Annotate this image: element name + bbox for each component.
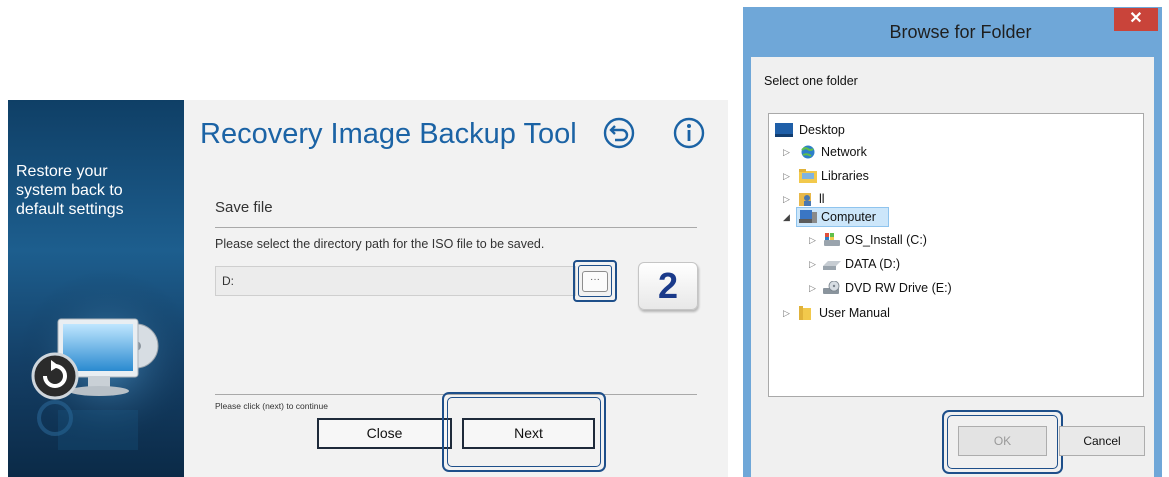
tree-item-label: Desktop xyxy=(799,123,845,137)
expand-triangle-icon[interactable]: ▷ xyxy=(809,230,819,250)
info-circle-icon[interactable] xyxy=(672,116,706,150)
sidebar-tagline-line: system back to xyxy=(16,182,123,199)
sidebar-tagline-line: default settings xyxy=(16,201,124,218)
recovery-app-window: Restore your system back to default sett… xyxy=(8,100,728,477)
tree-item-label: OS_Install (C:) xyxy=(845,233,927,247)
step-badge: 2 xyxy=(638,262,698,310)
ok-button[interactable]: OK xyxy=(958,426,1047,456)
expand-triangle-icon[interactable]: ▷ xyxy=(783,142,793,162)
expand-triangle-icon[interactable]: ▷ xyxy=(783,189,793,209)
expand-triangle-icon[interactable]: ▷ xyxy=(809,254,819,274)
desktop-icon xyxy=(775,123,793,137)
collapse-triangle-icon[interactable]: ◢ xyxy=(783,207,793,227)
expand-triangle-icon[interactable]: ▷ xyxy=(809,278,819,298)
browse-folder-dialog: Browse for Folder ✕ Select one folder De… xyxy=(743,7,1162,477)
page-title: Recovery Image Backup Tool xyxy=(200,118,577,150)
os-drive-icon xyxy=(824,233,840,246)
tree-item-label: Computer xyxy=(821,210,876,224)
tree-item-label: Libraries xyxy=(821,169,869,183)
back-arrow-circle-icon[interactable] xyxy=(602,116,636,150)
dialog-prompt: Select one folder xyxy=(764,74,858,88)
tree-item-label: DATA (D:) xyxy=(845,257,901,271)
libraries-folder-icon xyxy=(799,169,817,183)
tree-item-label: ll xyxy=(819,192,825,206)
instruction-text: Please select the directory path for the… xyxy=(215,237,545,251)
close-icon[interactable]: ✕ xyxy=(1114,8,1158,31)
sidebar-tagline: Restore your system back to default sett… xyxy=(16,162,181,219)
directory-path-field[interactable]: D: xyxy=(215,266,576,296)
tree-item-label: DVD RW Drive (E:) xyxy=(845,281,952,295)
dvd-drive-icon xyxy=(823,281,840,294)
expand-triangle-icon[interactable]: ▷ xyxy=(783,303,793,323)
sidebar-tagline-line: Restore your xyxy=(16,163,108,180)
divider xyxy=(215,227,697,228)
tree-item-label: User Manual xyxy=(819,306,890,320)
expand-triangle-icon[interactable]: ▷ xyxy=(783,166,793,186)
folder-tree[interactable]: Desktop ▷ Network ▷ Libraries ▷ ll ◢ Com… xyxy=(768,113,1144,397)
dialog-body: Select one folder Desktop ▷ Network ▷ Li… xyxy=(751,57,1154,477)
cancel-button[interactable]: Cancel xyxy=(1059,426,1145,456)
sidebar: Restore your system back to default sett… xyxy=(8,100,184,477)
hard-drive-icon xyxy=(823,261,841,270)
close-button[interactable]: Close xyxy=(317,418,452,449)
dialog-title: Browse for Folder xyxy=(889,22,1032,42)
section-title: Save file xyxy=(215,199,273,216)
folder-icon xyxy=(799,306,811,320)
next-button[interactable]: Next xyxy=(462,418,595,449)
network-icon xyxy=(801,145,815,159)
tree-item-label: Network xyxy=(821,145,867,159)
computer-icon xyxy=(799,210,817,223)
browse-button[interactable]: ··· xyxy=(582,271,608,292)
user-folder-icon xyxy=(799,193,811,206)
main-panel: Recovery Image Backup Tool Save file Ple… xyxy=(184,100,728,477)
computer-recovery-illustration xyxy=(18,270,184,450)
footer-note: Please click (next) to continue xyxy=(215,401,328,411)
